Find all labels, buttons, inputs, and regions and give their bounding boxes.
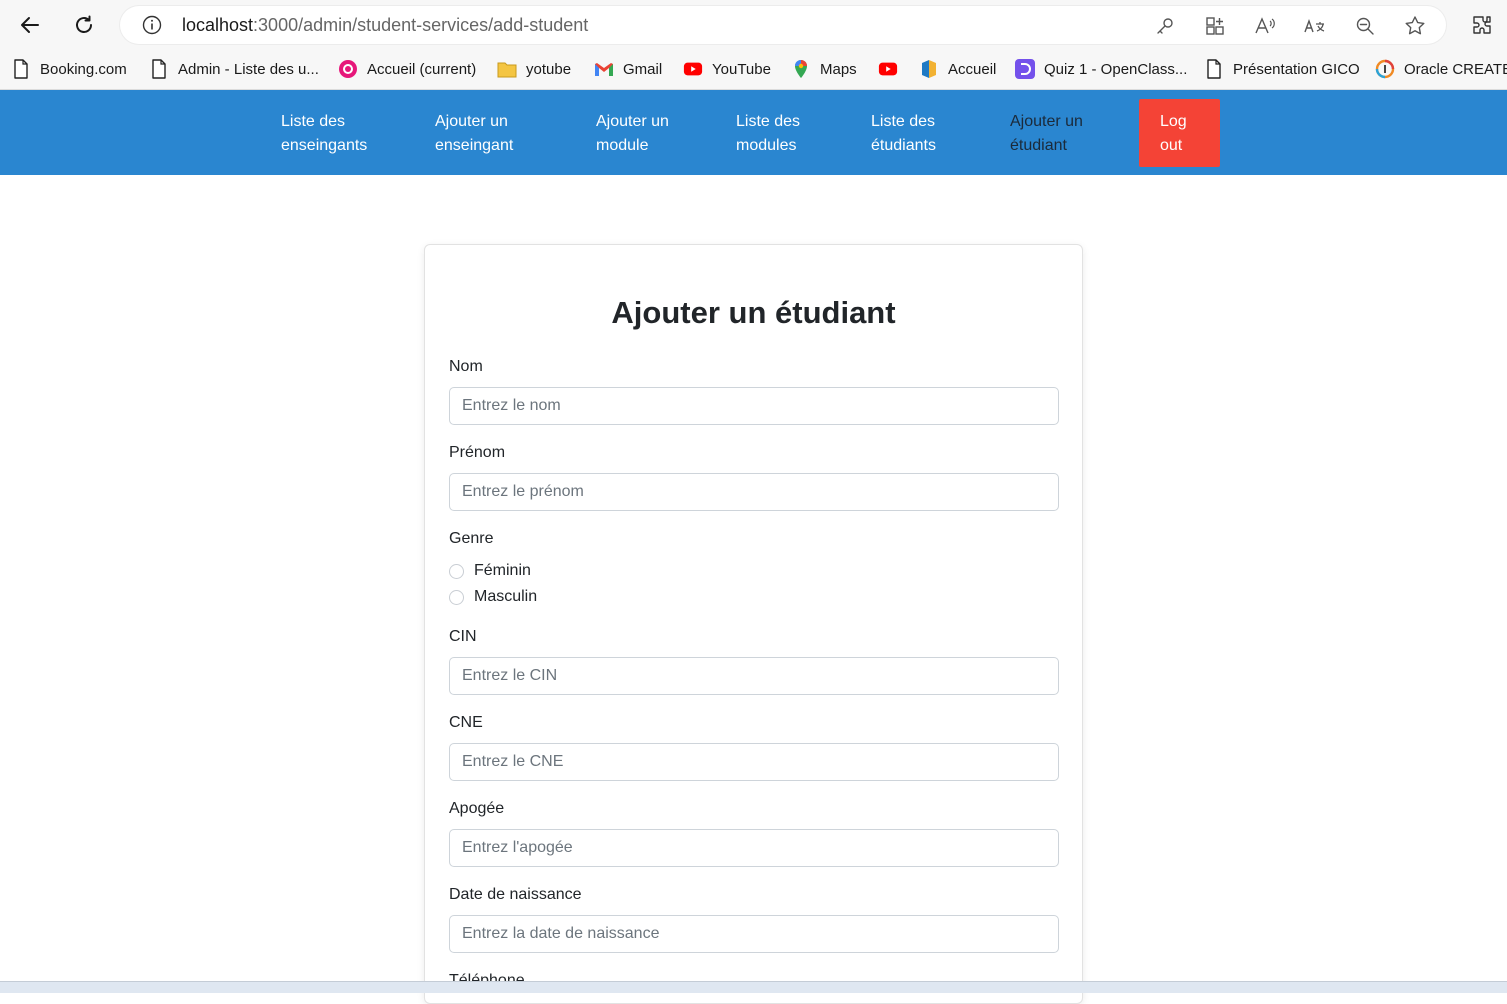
url-host: localhost	[182, 15, 254, 35]
nav-ajouter-enseignant[interactable]: Ajouter un enseingant	[435, 110, 513, 158]
bookmark-label: Booking.com	[40, 60, 127, 78]
add-student-card: Ajouter un étudiant Nom Prénom Genre Fém…	[424, 244, 1083, 1004]
bookmark-label: Admin - Liste des u...	[178, 60, 319, 78]
nom-input[interactable]	[449, 387, 1059, 425]
nav-label-line: Ajouter un	[1010, 113, 1083, 130]
nav-label-line: Ajouter un	[596, 113, 669, 130]
info-icon[interactable]	[142, 15, 162, 40]
nav-liste-etudiants[interactable]: Liste des étudiants	[871, 110, 936, 158]
browser-toolbar: localhost:3000/admin/student-services/ad…	[0, 0, 1507, 50]
bookmark-presentation-gico[interactable]: Présentation GICO	[1204, 56, 1360, 82]
bookmark-quiz-openclass[interactable]: Quiz 1 - OpenClass...	[1015, 56, 1187, 82]
nav-label-line: modules	[736, 137, 797, 154]
openclassrooms-icon	[1015, 59, 1035, 79]
date-naissance-input[interactable]	[449, 915, 1059, 953]
extensions-icon[interactable]	[1466, 9, 1498, 41]
oracle-icon	[1375, 59, 1395, 79]
bookmark-admin[interactable]: Admin - Liste des u...	[149, 56, 319, 82]
bookmark-yotube-folder[interactable]: yotube	[497, 56, 571, 82]
bookmark-oracle-create[interactable]: Oracle CREATE	[1375, 56, 1507, 82]
bookmark-label: Gmail	[623, 60, 663, 78]
apogee-input[interactable]	[449, 829, 1059, 867]
admin-navbar: Liste des enseingants Ajouter un enseing…	[0, 90, 1507, 175]
radio-label: Masculin	[474, 588, 538, 605]
gmail-icon	[594, 59, 614, 79]
nav-label-line: enseingant	[435, 137, 514, 154]
bookmark-label: YouTube	[712, 60, 771, 78]
translate-icon[interactable]	[1303, 14, 1327, 38]
radio-button[interactable]	[449, 589, 464, 605]
bookmark-label: Présentation GICO	[1233, 60, 1360, 78]
bookmark-maps[interactable]: Maps	[791, 56, 857, 82]
favorite-star-icon[interactable]	[1403, 14, 1427, 38]
nav-label-line: Liste des	[736, 113, 801, 130]
nav-label-line: module	[596, 137, 649, 154]
apps-icon[interactable]	[1203, 14, 1227, 38]
bookmark-label: Oracle CREATE	[1404, 60, 1507, 78]
read-aloud-icon[interactable]	[1253, 14, 1277, 38]
radio-button[interactable]	[449, 563, 464, 579]
apogee-label: Apogée	[449, 800, 505, 817]
nav-ajouter-module[interactable]: Ajouter un module	[596, 110, 669, 158]
bookmark-gmail[interactable]: Gmail	[594, 56, 662, 82]
bookmark-label: Accueil (current)	[367, 60, 477, 78]
nav-label-line: Ajouter un	[435, 113, 508, 130]
nav-liste-enseignants[interactable]: Liste des enseingants	[281, 110, 367, 158]
folder-icon	[497, 59, 517, 79]
logout-label-line: out	[1160, 137, 1183, 154]
bookmark-youtube-2[interactable]	[878, 56, 907, 82]
genre-label: Genre	[449, 530, 494, 547]
address-bar[interactable]: localhost:3000/admin/student-services/ad…	[120, 6, 1446, 44]
url-path: :3000/admin/student-services/add-student	[253, 15, 589, 35]
cin-label: CIN	[449, 628, 477, 645]
bookmark-accueil[interactable]: Accueil	[919, 56, 996, 82]
bookmark-accueil-current[interactable]: Accueil (current)	[338, 56, 476, 82]
key-icon[interactable]	[1153, 14, 1177, 38]
bookmark-label: Accueil	[948, 60, 997, 78]
nav-label-line: Liste des	[281, 113, 346, 130]
cne-input[interactable]	[449, 743, 1059, 781]
date-naissance-label: Date de naissance	[449, 886, 582, 903]
page-icon	[149, 59, 169, 79]
genre-radio-masculin[interactable]: Masculin	[449, 586, 537, 608]
cne-label: CNE	[449, 714, 483, 731]
logout-label-line: Log	[1160, 113, 1187, 130]
radio-label: Féminin	[474, 562, 531, 579]
back-arrow-icon[interactable]	[14, 9, 46, 41]
youtube-icon	[878, 59, 898, 79]
os-taskbar	[0, 981, 1507, 993]
site-icon	[919, 59, 939, 79]
bookmark-label: Quiz 1 - OpenClass...	[1044, 60, 1188, 78]
cin-input[interactable]	[449, 657, 1059, 695]
zoom-icon[interactable]	[1353, 14, 1377, 38]
bookmark-label: yotube	[526, 60, 572, 78]
prenom-input[interactable]	[449, 473, 1059, 511]
page-icon	[11, 59, 31, 79]
url-text[interactable]: localhost:3000/admin/student-services/ad…	[182, 15, 588, 36]
bookmark-booking[interactable]: Booking.com	[11, 56, 127, 82]
logout-button[interactable]: Log out	[1139, 99, 1220, 167]
youtube-icon	[683, 59, 703, 79]
nav-label-line: étudiant	[1010, 137, 1067, 154]
nom-label: Nom	[449, 358, 483, 375]
page-title: Ajouter un étudiant	[611, 295, 896, 330]
nav-label-line: Liste des	[871, 113, 936, 130]
nav-label-line: étudiants	[871, 137, 936, 154]
genre-radio-feminin[interactable]: Féminin	[449, 560, 531, 582]
bookmark-youtube[interactable]: YouTube	[683, 56, 771, 82]
bookmark-label: Maps	[820, 60, 857, 78]
bookmarks-bar: Booking.com Admin - Liste des u... Accue…	[0, 50, 1507, 90]
wamp-icon	[338, 59, 358, 79]
maps-pin-icon	[791, 59, 811, 79]
nav-ajouter-etudiant[interactable]: Ajouter un étudiant	[1010, 110, 1083, 158]
reload-icon[interactable]	[68, 9, 100, 41]
page-icon	[1204, 59, 1224, 79]
nav-label-line: enseingants	[281, 137, 368, 154]
prenom-label: Prénom	[449, 444, 506, 461]
nav-liste-modules[interactable]: Liste des modules	[736, 110, 800, 158]
